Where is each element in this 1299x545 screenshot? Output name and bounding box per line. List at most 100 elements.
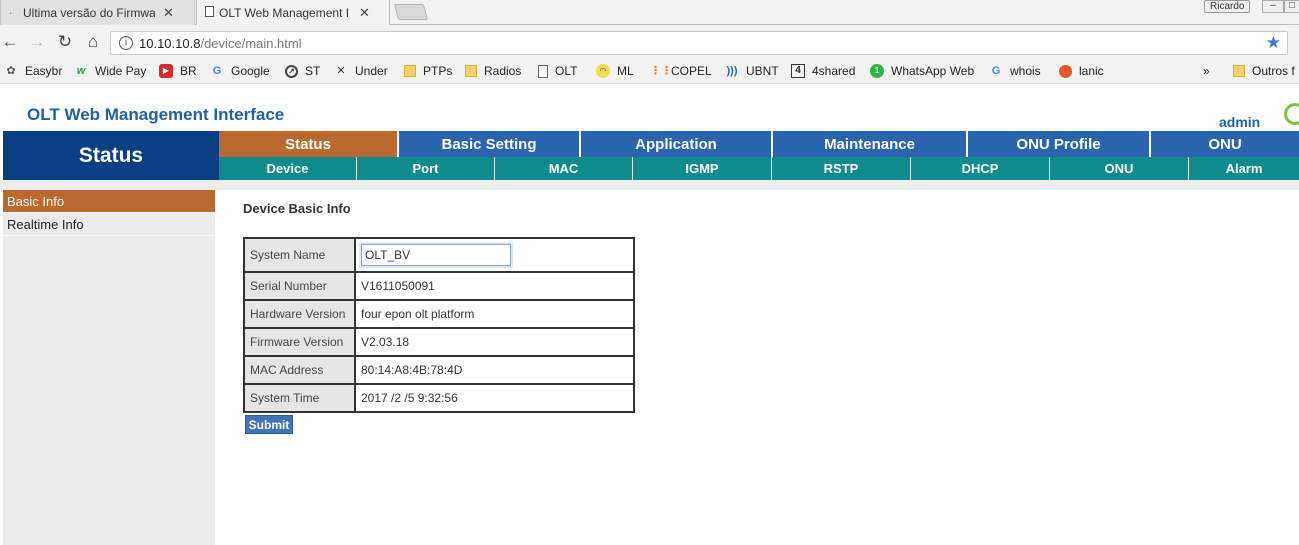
submenu-alarm[interactable]: Alarm bbox=[1189, 157, 1299, 180]
bookmark-under[interactable]: ✕ Under bbox=[334, 64, 387, 78]
main-menu: Status Basic Setting Application Mainten… bbox=[219, 131, 1299, 157]
folder-icon bbox=[1233, 65, 1245, 77]
bookmark-ubnt[interactable]: ))) UBNT bbox=[725, 64, 779, 78]
sidebar: Basic Info Realtime Info bbox=[3, 190, 215, 545]
sidebar-item-basic-info[interactable]: Basic Info bbox=[3, 190, 215, 213]
new-tab-button[interactable] bbox=[393, 4, 429, 20]
table-row: System Name bbox=[243, 237, 635, 273]
submenu-device[interactable]: Device bbox=[219, 157, 357, 180]
menu-basic-setting[interactable]: Basic Setting bbox=[399, 131, 581, 157]
bookmark-ml[interactable]: ◠ ML bbox=[596, 64, 634, 78]
table-row: Serial Number V1611050091 bbox=[243, 271, 635, 301]
browser-tab-active[interactable]: OLT Web Management I ✕ bbox=[196, 0, 390, 25]
bookmark-br[interactable]: ▶ BR bbox=[159, 64, 197, 78]
other-bookmarks-folder[interactable]: Outros f bbox=[1233, 64, 1295, 78]
row-label: System Name bbox=[243, 237, 356, 273]
menu-onu-profile[interactable]: ONU Profile bbox=[968, 131, 1151, 157]
mercadolivre-icon: ◠ bbox=[596, 64, 610, 78]
speedometer-icon: ↗ bbox=[285, 64, 298, 78]
rss-icon: ))) bbox=[726, 65, 738, 77]
profile-badge[interactable]: Ricardo bbox=[1204, 0, 1251, 13]
bookmark-folder-ptps[interactable]: PTPs bbox=[404, 64, 452, 78]
menu-maintenance[interactable]: Maintenance bbox=[773, 131, 968, 157]
back-arrow-icon[interactable]: ← bbox=[1, 33, 19, 51]
widepay-icon: w bbox=[76, 65, 86, 77]
device-info-table: System Name Serial Number V1611050091 Ha… bbox=[243, 237, 635, 413]
close-icon[interactable]: ✕ bbox=[163, 5, 174, 21]
row-value: 80:14:A8:4B:78:4D bbox=[354, 355, 635, 385]
bookmark-widepay[interactable]: w Wide Pay bbox=[74, 64, 147, 78]
table-row: MAC Address 80:14:A8:4B:78:4D bbox=[243, 355, 635, 385]
lanic-icon bbox=[1059, 64, 1072, 78]
tab-label: OLT Web Management I bbox=[219, 5, 350, 20]
tab-label: Ultima versão do Firmwa bbox=[23, 5, 155, 20]
whatsapp-icon: 1 bbox=[870, 64, 884, 78]
bookmark-google[interactable]: G Google bbox=[210, 64, 270, 78]
bookmark-whatsapp[interactable]: 1 WhatsApp Web bbox=[870, 64, 974, 78]
row-label: System Time bbox=[243, 383, 356, 413]
row-label: MAC Address bbox=[243, 355, 356, 385]
row-value: four epon olt platform bbox=[354, 299, 635, 329]
under-icon: ✕ bbox=[336, 65, 346, 77]
submenu-igmp[interactable]: IGMP bbox=[633, 157, 772, 180]
copel-icon: ⋮⋮ bbox=[650, 65, 672, 77]
sub-menu: Device Port MAC IGMP RSTP DHCP ONU Alarm bbox=[219, 157, 1299, 180]
bookmark-lanic[interactable]: lanic bbox=[1059, 64, 1104, 78]
row-value bbox=[354, 237, 635, 273]
row-value: 2017 /2 /5 9:32:56 bbox=[354, 383, 635, 413]
system-name-input[interactable] bbox=[359, 242, 513, 268]
browser-tab[interactable]: . Ultima versão do Firmwa ✕ bbox=[0, 0, 195, 25]
menu-application[interactable]: Application bbox=[581, 131, 773, 157]
divider-band bbox=[0, 180, 1299, 190]
submit-button[interactable]: Submit bbox=[245, 415, 293, 434]
sidebar-item-realtime-info[interactable]: Realtime Info bbox=[3, 213, 215, 236]
row-value: V1611050091 bbox=[354, 271, 635, 301]
row-label: Serial Number bbox=[243, 271, 356, 301]
youtube-icon: ▶ bbox=[159, 64, 173, 78]
bookmark-copel[interactable]: ⋮⋮ COPEL bbox=[650, 64, 712, 78]
minimize-button[interactable]: – bbox=[1262, 0, 1284, 13]
section-title: Status bbox=[3, 131, 219, 180]
bookmarks-bar: ✿ Easybr w Wide Pay ▶ BR G Google ↗ ST ✕ Under… bbox=[0, 60, 1299, 84]
bookmark-easybr[interactable]: ✿ Easybr bbox=[4, 64, 62, 78]
row-label: Firmware Version bbox=[243, 327, 356, 357]
maximize-button[interactable]: □ bbox=[1284, 0, 1299, 13]
page-icon bbox=[205, 6, 214, 17]
app-title: OLT Web Management Interface bbox=[27, 105, 285, 124]
submenu-port[interactable]: Port bbox=[357, 157, 495, 180]
bookmark-4shared[interactable]: 4 4shared bbox=[791, 64, 855, 78]
table-row: Hardware Version four epon olt platform bbox=[243, 299, 635, 329]
browser-tabstrip: . Ultima versão do Firmwa ✕ OLT Web Mana… bbox=[0, 0, 1299, 25]
bookmark-st[interactable]: ↗ ST bbox=[285, 64, 320, 78]
bookmark-folder-radios[interactable]: Radios bbox=[465, 64, 521, 78]
reload-icon[interactable]: ↻ bbox=[56, 33, 74, 51]
google-icon: G bbox=[212, 65, 222, 77]
bookmark-olt[interactable]: OLT bbox=[538, 64, 577, 78]
table-row: Firmware Version V2.03.18 bbox=[243, 327, 635, 357]
submenu-rstp[interactable]: RSTP bbox=[772, 157, 911, 180]
row-label: Hardware Version bbox=[243, 299, 356, 329]
folder-icon bbox=[465, 65, 477, 77]
google-icon: G bbox=[991, 65, 1001, 77]
bookmark-whois[interactable]: Gwhois bbox=[989, 64, 1041, 78]
submenu-dhcp[interactable]: DHCP bbox=[911, 157, 1050, 180]
bookmark-star-icon[interactable]: ★ bbox=[1266, 33, 1281, 53]
loading-icon: . bbox=[9, 3, 13, 17]
menu-status[interactable]: Status bbox=[219, 131, 399, 157]
submenu-onu[interactable]: ONU bbox=[1050, 157, 1189, 180]
logout-icon[interactable] bbox=[1284, 103, 1299, 125]
submenu-mac[interactable]: MAC bbox=[495, 157, 633, 180]
address-bar[interactable]: i 10.10.10.8/device/main.html ★ bbox=[110, 31, 1288, 55]
admin-user-label: admin bbox=[1219, 114, 1261, 130]
menu-onu[interactable]: ONU bbox=[1151, 131, 1299, 157]
bookmarks-overflow-button[interactable]: » bbox=[1203, 64, 1210, 78]
forward-arrow-icon[interactable]: → bbox=[28, 33, 46, 51]
url-host: 10.10.10.8 bbox=[139, 36, 201, 51]
content-title: Device Basic Info bbox=[243, 201, 351, 216]
url-path: /device/main.html bbox=[200, 36, 302, 51]
folder-icon bbox=[404, 65, 416, 77]
table-row: System Time 2017 /2 /5 9:32:56 bbox=[243, 383, 635, 413]
close-icon[interactable]: ✕ bbox=[359, 5, 370, 21]
home-icon[interactable]: ⌂ bbox=[84, 33, 102, 51]
info-icon[interactable]: i bbox=[119, 36, 133, 50]
